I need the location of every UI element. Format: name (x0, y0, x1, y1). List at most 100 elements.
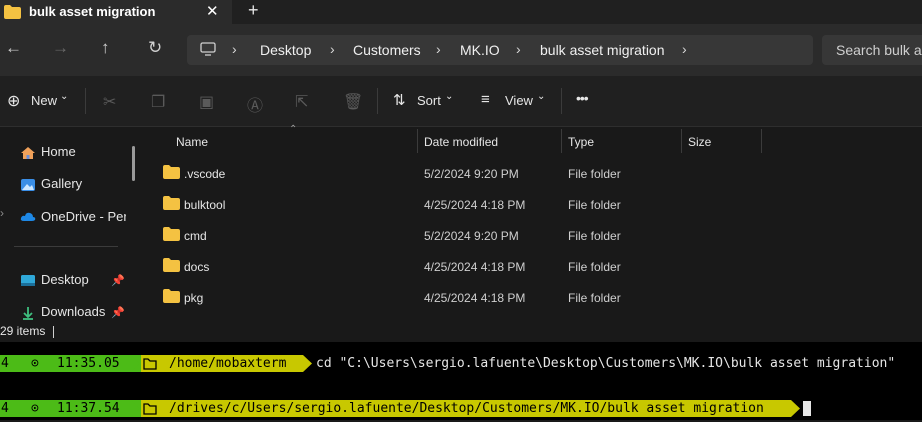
search-input[interactable]: Search bulk as (836, 42, 922, 58)
sidebar-item-desktop[interactable]: Desktop (20, 272, 89, 288)
more-options-icon[interactable]: ••• (576, 90, 589, 106)
file-name[interactable]: bulktool (184, 198, 225, 212)
column-divider[interactable] (681, 129, 682, 153)
chevron-down-icon: ⌄ (445, 91, 454, 102)
cut-icon[interactable]: ✂ (103, 92, 116, 112)
folder-icon (163, 227, 180, 241)
folder-icon (141, 355, 163, 372)
breadcrumb-mkio[interactable]: MK.IO (460, 42, 500, 58)
tab-active[interactable]: bulk asset migration ✕ (0, 0, 232, 24)
prompt-number: 4 (0, 400, 31, 417)
home-icon (21, 146, 35, 159)
sort-icon: ⇅ (393, 92, 406, 109)
expand-chevron-icon[interactable]: › (0, 206, 4, 220)
clock-icon: ⊙ (31, 355, 45, 372)
file-type: File folder (568, 198, 621, 212)
close-icon[interactable]: ✕ (206, 2, 219, 20)
divider (561, 88, 562, 114)
folder-icon (141, 400, 163, 417)
tab-title: bulk asset migration (29, 4, 156, 19)
file-date: 5/2/2024 9:20 PM (424, 167, 519, 181)
breadcrumb-current[interactable]: bulk asset migration (540, 42, 665, 58)
column-header-size[interactable]: Size (688, 135, 711, 149)
sidebar-scrollbar[interactable] (132, 146, 135, 181)
computer-icon (200, 42, 216, 56)
file-type: File folder (568, 291, 621, 305)
sidebar-item-downloads[interactable]: Downloads (20, 304, 105, 320)
sidebar-item-onedrive[interactable]: OneDrive - Perso (20, 208, 126, 224)
sort-button[interactable]: Sort (417, 93, 441, 108)
segment-arrow (131, 355, 140, 372)
sidebar-item-label: Desktop (41, 272, 89, 287)
folder-icon (163, 289, 180, 303)
copy-icon[interactable]: ❐ (151, 92, 165, 112)
refresh-icon[interactable]: ↻ (148, 38, 162, 58)
back-arrow-icon[interactable]: ← (5, 38, 22, 58)
rename-icon[interactable]: Ⓐ (247, 92, 263, 116)
breadcrumb-chevron-icon[interactable]: › (516, 41, 521, 57)
address-bar[interactable]: › Desktop › Customers › MK.IO › bulk ass… (187, 35, 813, 65)
delete-icon[interactable]: 🗑 (343, 92, 363, 112)
segment-arrow (303, 355, 312, 372)
new-button[interactable]: New (31, 93, 57, 108)
sidebar-item-home[interactable]: Home (20, 144, 76, 160)
file-date: 5/2/2024 9:20 PM (424, 229, 519, 243)
pin-icon[interactable]: 📌 (111, 306, 125, 319)
clock-icon: ⊙ (31, 400, 45, 417)
folder-icon (163, 196, 180, 210)
cloud-icon (20, 212, 36, 221)
desktop-icon (21, 274, 35, 286)
file-name[interactable]: docs (184, 260, 209, 274)
view-icon: ≡ (481, 91, 490, 108)
prompt-path: /drives/c/Users/sergio.lafuente/Desktop/… (163, 400, 791, 417)
prompt-path: /home/mobaxterm (163, 355, 303, 372)
segment-arrow (131, 400, 140, 417)
pin-icon[interactable]: 📌 (111, 274, 125, 287)
column-divider[interactable] (561, 129, 562, 153)
column-header-date[interactable]: Date modified (424, 135, 498, 149)
item-count: 29 items (0, 324, 46, 338)
prompt-number: 4 (0, 355, 31, 372)
status-bar: 29 items (0, 322, 922, 342)
breadcrumb-desktop[interactable]: Desktop (260, 42, 311, 58)
sidebar-item-label: Home (41, 144, 76, 159)
sidebar-divider (14, 246, 118, 247)
column-divider[interactable] (417, 129, 418, 153)
column-header-type[interactable]: Type (568, 135, 594, 149)
file-date: 4/25/2024 4:18 PM (424, 198, 526, 212)
gallery-icon (21, 178, 35, 191)
view-button[interactable]: View (505, 93, 533, 108)
new-tab-button[interactable]: + (248, 0, 259, 21)
share-icon[interactable]: ⇱ (295, 92, 308, 112)
file-name[interactable]: .vscode (184, 167, 225, 181)
file-name[interactable]: pkg (184, 291, 203, 305)
up-arrow-icon[interactable]: ↑ (101, 38, 110, 58)
terminal-cursor (803, 401, 811, 416)
sidebar-item-gallery[interactable]: Gallery (20, 176, 82, 192)
breadcrumb-chevron-icon[interactable]: › (232, 41, 237, 57)
file-name[interactable]: cmd (184, 229, 207, 243)
segment-arrow (791, 400, 800, 417)
column-divider[interactable] (761, 129, 762, 153)
download-icon (23, 306, 33, 320)
plus-icon: ⊕ (7, 93, 21, 110)
column-header-name[interactable]: Name (176, 135, 208, 149)
prompt-time: 11:35.05 (45, 355, 143, 372)
terminal-command: cd "C:\Users\sergio.lafuente\Desktop\Cus… (316, 356, 896, 371)
sidebar-item-label: Downloads (41, 304, 106, 319)
breadcrumb-chevron-icon[interactable]: › (682, 41, 687, 57)
folder-icon (163, 258, 180, 272)
sidebar-item-label: Gallery (41, 176, 83, 191)
breadcrumb-chevron-icon[interactable]: › (436, 41, 441, 57)
breadcrumb-chevron-icon[interactable]: › (330, 41, 335, 57)
paste-icon[interactable]: ▣ (199, 92, 214, 112)
folder-icon (4, 5, 21, 19)
forward-arrow-icon[interactable]: → (52, 38, 69, 58)
file-type: File folder (568, 167, 621, 181)
file-type: File folder (568, 229, 621, 243)
search-box[interactable]: Search bulk as (822, 35, 922, 65)
breadcrumb-customers[interactable]: Customers (353, 42, 421, 58)
terminal-pane[interactable]: 4 ⊙ 11:35.05 /home/mobaxterm cd "C:\User… (0, 342, 922, 420)
command-bar: ⊕ New ⌄ ✂ ❐ ▣ Ⓐ ⇱ 🗑 ⇅ Sort ⌄ ≡ View ⌄ ••… (0, 76, 922, 127)
divider (85, 88, 86, 114)
